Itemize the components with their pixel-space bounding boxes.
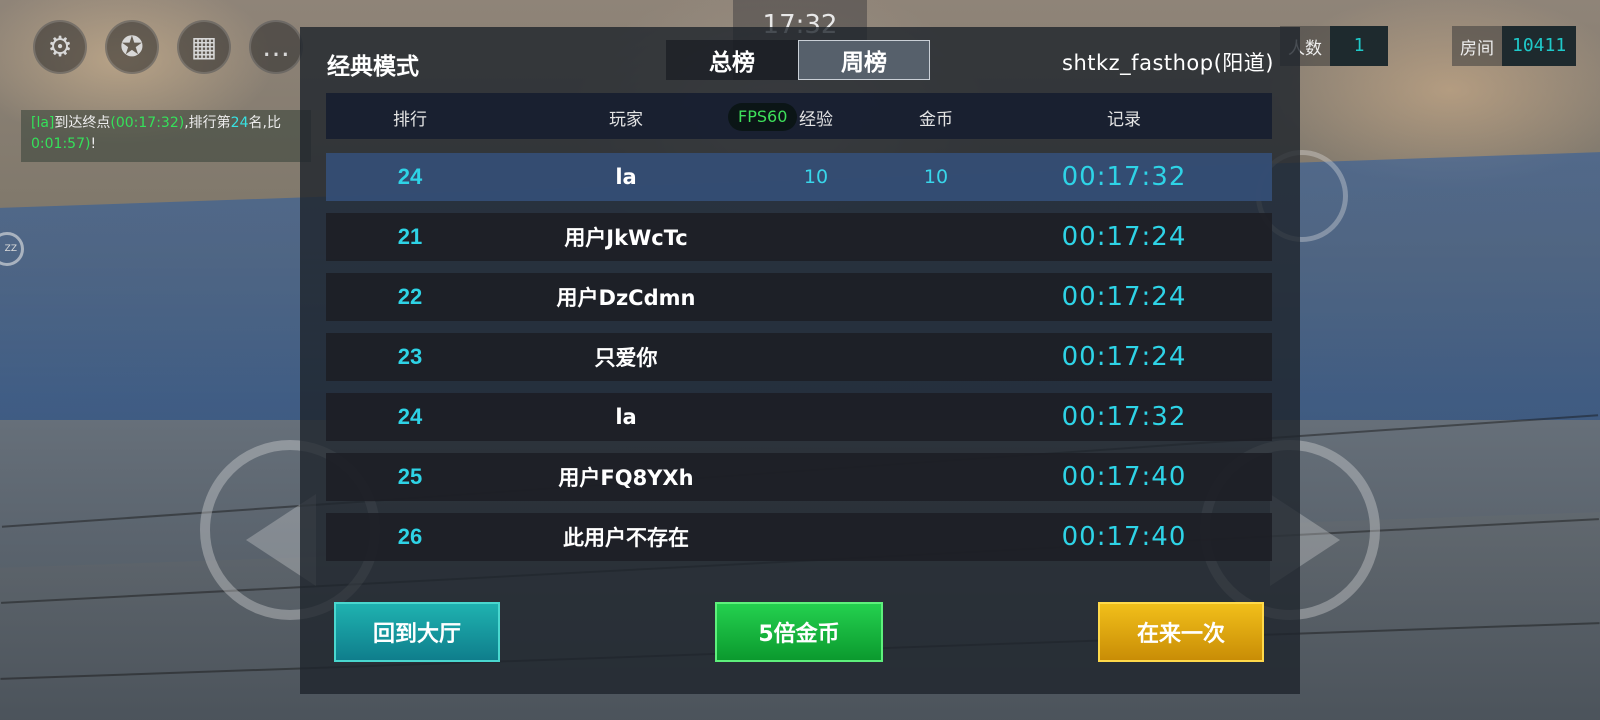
row-rank: 25 (397, 464, 423, 489)
badge-icon[interactable]: ✪ (105, 20, 159, 74)
chat-text-3: 名,比 (248, 115, 281, 131)
leaderboard-rows: 24 la 10 10 00:17:32 21 用户JkWcTc 00:17:2… (326, 153, 1272, 573)
row-record: 00:17:24 (1061, 282, 1187, 312)
leaderboard-tabs: 总榜 周榜 (666, 40, 930, 80)
row-name: 此用户不存在 (563, 526, 689, 550)
chat-prefix: [la] (31, 115, 55, 131)
panel-title: 经典模式 (327, 54, 419, 80)
row-rank: 26 (397, 524, 423, 549)
chat-rank: 24 (230, 115, 249, 131)
chat-icon[interactable]: … (249, 20, 303, 74)
row-coins: 10 (923, 166, 949, 188)
chat-text-1: 到达终点 (54, 115, 111, 131)
row-record: 00:17:40 (1061, 522, 1187, 552)
table-row: 25 用户FQ8YXh 00:17:40 (326, 453, 1272, 501)
row-name: la (615, 165, 637, 189)
table-row: 24 la 00:17:32 (326, 393, 1272, 441)
row-name: 用户FQ8YXh (558, 466, 694, 490)
row-rank: 24 (397, 404, 423, 429)
row-name: 只爱你 (594, 346, 658, 370)
row-rank: 24 (397, 164, 423, 189)
room-counter: 房间 10411 (1452, 26, 1577, 66)
row-rank: 21 (397, 224, 423, 249)
tab-weekly[interactable]: 周榜 (798, 40, 930, 80)
col-exp: 经验 (799, 110, 833, 130)
row-record: 00:17:24 (1061, 342, 1187, 372)
row-name: 用户DzCdmn (556, 286, 696, 310)
chat-text-2: ,排行第 (184, 115, 231, 131)
chat-line2-end: ! (90, 136, 97, 152)
row-record: 00:17:24 (1061, 222, 1187, 252)
table-row: 21 用户JkWcTc 00:17:24 (326, 213, 1272, 261)
col-record: 记录 (1107, 110, 1141, 130)
table-row: 23 只爱你 00:17:24 (326, 333, 1272, 381)
row-record: 00:17:32 (1061, 402, 1187, 432)
map-name: shtkz_fasthop(阳道) (1062, 51, 1274, 75)
row-exp: 10 (803, 166, 829, 188)
row-rank: 22 (397, 284, 423, 309)
five-times-coins-button[interactable]: 5倍金币 (715, 602, 883, 662)
col-rank: 排行 (393, 110, 427, 130)
col-coins: 金币 (919, 110, 953, 130)
room-value: 10411 (1502, 26, 1577, 66)
chat-line2-time: 0:01:57) (31, 136, 91, 152)
row-rank: 23 (397, 344, 423, 369)
back-to-lobby-button[interactable]: 回到大厅 (334, 602, 500, 662)
gear-icon[interactable]: ⚙ (33, 20, 87, 74)
col-player: 玩家 (609, 110, 643, 130)
play-again-button[interactable]: 在来一次 (1098, 602, 1264, 662)
table-header: 排行 玩家 FPS60 经验 金币 记录 (326, 93, 1272, 139)
players-value: 1 (1330, 26, 1388, 66)
row-name: 用户JkWcTc (564, 226, 688, 250)
results-panel: 经典模式 总榜 周榜 shtkz_fasthop(阳道) 排行 玩家 FPS60… (300, 27, 1300, 694)
table-row-self: 24 la 10 10 00:17:32 (326, 153, 1272, 201)
video-icon[interactable]: ▦ (177, 20, 231, 74)
table-row: 22 用户DzCdmn 00:17:24 (326, 273, 1272, 321)
chat-time: (00:17:32) (110, 115, 185, 131)
chat-log: [la]到达终点(00:17:32),排行第24名,比 0:01:57)! (21, 110, 311, 162)
row-record: 00:17:32 (1061, 162, 1187, 192)
row-name: la (615, 405, 637, 429)
row-record: 00:17:40 (1061, 462, 1187, 492)
fps-badge: FPS60 (728, 103, 798, 131)
table-row: 26 此用户不存在 00:17:40 (326, 513, 1272, 561)
tab-overall[interactable]: 总榜 (666, 40, 798, 80)
room-label: 房间 (1460, 38, 1494, 59)
